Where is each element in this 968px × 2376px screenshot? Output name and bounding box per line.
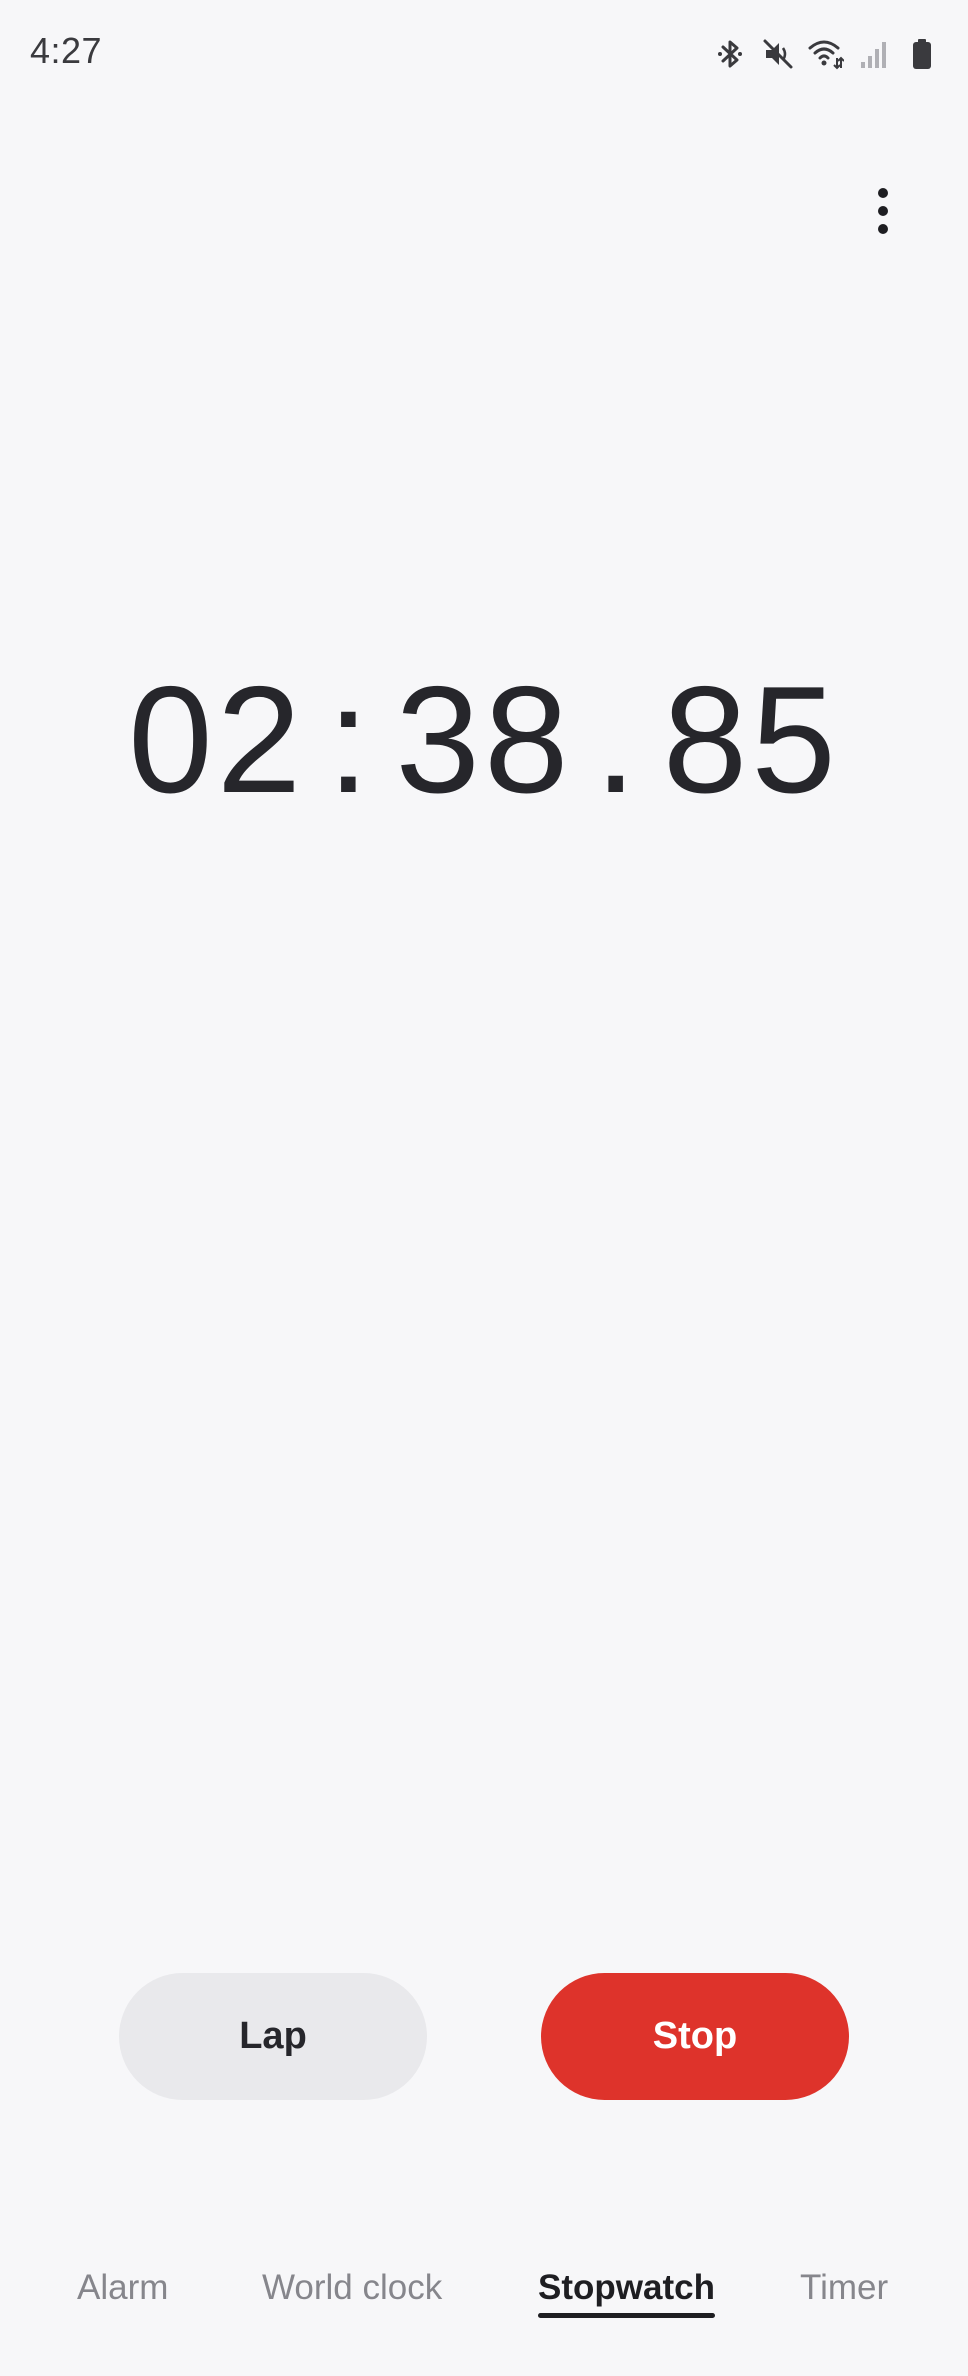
tab-timer[interactable]: Timer — [800, 2268, 888, 2308]
active-tab-indicator — [538, 2313, 715, 2318]
signal-icon — [856, 36, 892, 72]
tab-stopwatch[interactable]: Stopwatch — [538, 2268, 715, 2318]
tab-timer-label: Timer — [800, 2268, 889, 2307]
lap-button-label: Lap — [239, 2015, 307, 2057]
wifi-icon — [808, 36, 844, 72]
tab-stopwatch-label: Stopwatch — [538, 2268, 715, 2307]
bluetooth-icon — [712, 36, 748, 72]
minutes-seconds-separator: : — [327, 654, 374, 825]
hundredths-value: 85 — [662, 654, 840, 825]
mute-icon — [760, 36, 796, 72]
more-vert-icon — [876, 186, 890, 241]
status-time: 4:27 — [30, 30, 103, 71]
elapsed-time-display: 02 : 38 . 85 — [0, 655, 968, 825]
bottom-tab-bar: Alarm World clock Stopwatch Timer — [0, 2268, 968, 2328]
tab-world-clock-label: World clock — [262, 2268, 443, 2307]
minutes-value: 02 — [128, 654, 306, 825]
stop-button-label: Stop — [652, 2015, 738, 2057]
more-options-button[interactable] — [856, 180, 910, 246]
seconds-hundredths-separator: . — [594, 654, 641, 825]
status-bar: 4:27 — [0, 0, 968, 108]
tab-alarm-label: Alarm — [77, 2268, 169, 2307]
tab-alarm[interactable]: Alarm — [77, 2268, 168, 2308]
stop-button[interactable]: Stop — [541, 1973, 849, 2100]
tab-world-clock[interactable]: World clock — [262, 2268, 442, 2308]
status-icons — [712, 34, 940, 74]
lap-button[interactable]: Lap — [119, 1973, 427, 2100]
seconds-value: 38 — [395, 654, 573, 825]
battery-icon — [904, 36, 940, 72]
